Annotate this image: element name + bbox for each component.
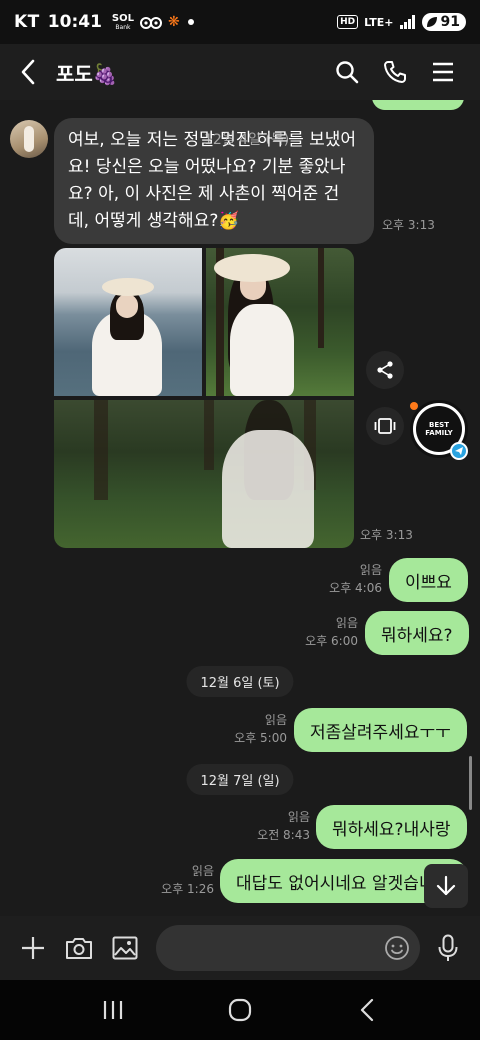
network-label: LTE+ bbox=[364, 15, 394, 29]
signal-icon bbox=[399, 15, 415, 29]
back-arrow-icon bbox=[21, 59, 35, 85]
sol-bank-icon: SOL Bank bbox=[111, 12, 134, 31]
sender-avatar[interactable] bbox=[10, 120, 48, 158]
recents-icon bbox=[104, 1001, 123, 1019]
outgoing-message-text: 이쁘요 bbox=[405, 572, 452, 593]
previous-outgoing-bubble[interactable] bbox=[372, 100, 464, 110]
flame-app-icon: ❋ bbox=[167, 14, 180, 30]
scroll-to-bottom-button[interactable] bbox=[424, 864, 468, 908]
photos-time: 오후 3:13 bbox=[360, 528, 413, 542]
message-time: 오전 8:43 bbox=[257, 828, 310, 842]
message-time: 오후 1:26 bbox=[161, 882, 214, 896]
chat-title: 포도🍇 bbox=[56, 61, 118, 86]
hd-voice-icon: HD bbox=[337, 15, 359, 29]
outgoing-message-bubble[interactable]: 저좀살려주세요ㅜㅜ bbox=[294, 708, 467, 752]
emoji-icon bbox=[385, 936, 409, 960]
camera-icon bbox=[66, 938, 92, 959]
read-receipt: 읽음 bbox=[264, 713, 287, 727]
status-time: 10:41 bbox=[47, 12, 102, 32]
notification-dot bbox=[187, 19, 194, 25]
menu-icon bbox=[433, 62, 453, 82]
menu-button[interactable] bbox=[424, 53, 462, 91]
voice-button[interactable] bbox=[428, 927, 468, 969]
battery-leaf-icon bbox=[426, 17, 437, 27]
photo-grid bbox=[54, 248, 354, 548]
gallery-button[interactable] bbox=[104, 927, 146, 969]
photo-thumbnail[interactable] bbox=[206, 248, 354, 396]
recent-apps-button[interactable] bbox=[83, 985, 143, 1035]
message-input-bar bbox=[0, 916, 480, 980]
outgoing-message-text: 뭐하세요?내사랑 bbox=[332, 819, 451, 840]
plus-icon bbox=[22, 937, 44, 959]
arrow-down-icon bbox=[436, 875, 456, 896]
search-button[interactable] bbox=[328, 53, 366, 91]
status-notification-icons: SOL Bank ❋ bbox=[111, 12, 180, 31]
screen-icon bbox=[374, 418, 396, 434]
incoming-message-bubble[interactable]: 여보, 오늘 저는 정말 멋진 하루를 보냈어요! 당신은 오늘 어떴나요? 기… bbox=[54, 118, 374, 244]
outgoing-message-bubble[interactable]: 이쁘요 bbox=[389, 558, 468, 602]
message-time: 오후 6:00 bbox=[305, 634, 358, 648]
message-time: 오후 5:00 bbox=[234, 731, 287, 745]
camera-button[interactable] bbox=[58, 927, 100, 969]
chat-area[interactable]: 여보, 오늘 저는 정말 멋진 하루를 보냈어요! 당신은 오늘 어떴나요? 기… bbox=[0, 100, 480, 916]
outgoing-message-text: 대답도 없어시네요 알겟습니 bbox=[236, 873, 435, 894]
date-divider: 12월 7일 (일) bbox=[186, 764, 294, 795]
read-receipt: 읽음 bbox=[335, 616, 358, 630]
status-bar: KT 10:41 SOL Bank ❋ HD LTE+ 91 bbox=[0, 0, 480, 44]
incoming-message-time: 오후 3:13 bbox=[382, 218, 435, 232]
read-receipt: 읽음 bbox=[359, 563, 382, 577]
share-icon bbox=[377, 361, 393, 379]
owl-app-icon bbox=[139, 17, 162, 29]
emoji-button[interactable] bbox=[380, 927, 414, 969]
nav-back-icon bbox=[360, 998, 373, 1022]
read-receipt: 읽음 bbox=[287, 810, 310, 824]
message-time: 오후 4:06 bbox=[329, 581, 382, 595]
add-attachment-button[interactable] bbox=[12, 927, 54, 969]
photo-thumbnail[interactable] bbox=[54, 400, 354, 548]
system-back-button[interactable] bbox=[337, 985, 397, 1035]
telegram-badge-icon bbox=[450, 442, 468, 460]
carrier-label: KT bbox=[14, 12, 40, 32]
back-button[interactable] bbox=[0, 44, 56, 100]
search-icon bbox=[336, 61, 359, 84]
home-button[interactable] bbox=[210, 985, 270, 1035]
share-button[interactable] bbox=[366, 351, 404, 389]
unread-dot bbox=[410, 402, 418, 410]
phone-icon bbox=[384, 61, 406, 83]
image-icon bbox=[112, 936, 138, 960]
outgoing-message-bubble[interactable]: 뭐하세요?내사랑 bbox=[316, 805, 467, 849]
photo-thumbnail[interactable] bbox=[54, 248, 202, 396]
system-navigation-bar bbox=[0, 980, 480, 1040]
outgoing-message-bubble[interactable]: 뭐하세요? bbox=[365, 611, 469, 655]
view-album-button[interactable] bbox=[366, 407, 404, 445]
home-icon bbox=[228, 998, 252, 1022]
outgoing-message-text: 저좀살려주세요ㅜㅜ bbox=[310, 722, 451, 743]
read-receipt: 읽음 bbox=[191, 864, 214, 878]
scrollbar[interactable] bbox=[469, 756, 472, 810]
date-divider: 12월 6일 (토) bbox=[186, 666, 294, 697]
call-button[interactable] bbox=[376, 53, 414, 91]
mic-icon bbox=[438, 934, 458, 961]
chat-header: 포도🍇 bbox=[0, 44, 480, 100]
date-overlay-label: 12월 4일 (목) bbox=[204, 132, 290, 148]
outgoing-message-text: 뭐하세요? bbox=[381, 625, 453, 646]
battery-indicator: 91 bbox=[421, 13, 466, 31]
